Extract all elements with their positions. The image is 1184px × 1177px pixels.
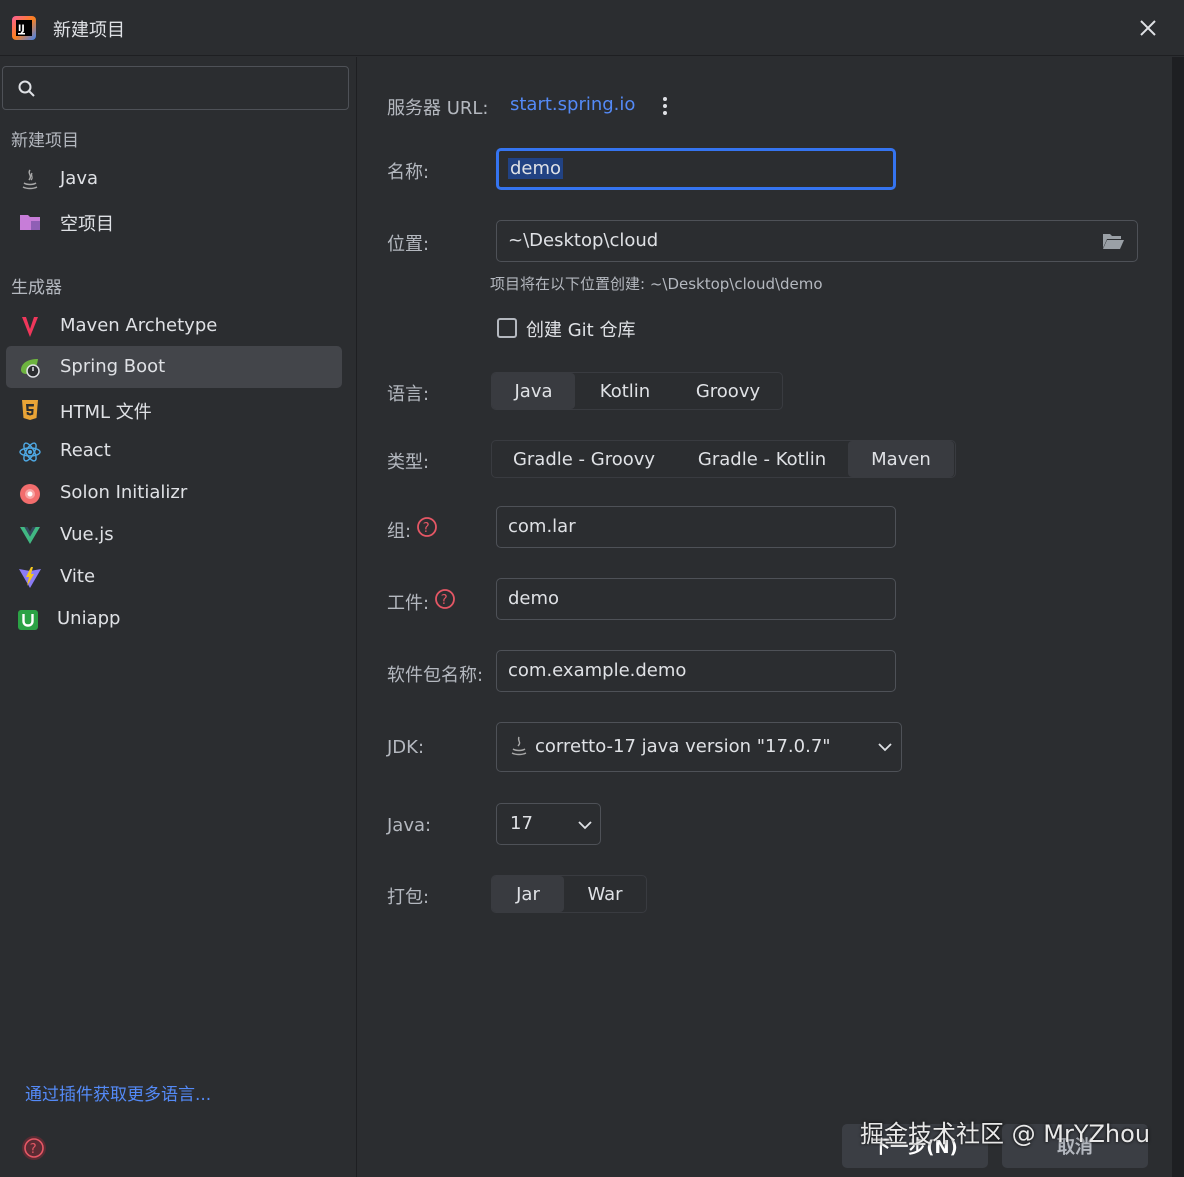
sidebar-item-label: Uniapp <box>57 608 121 629</box>
vite-icon <box>19 567 41 588</box>
close-icon[interactable] <box>1134 14 1162 42</box>
sidebar-item-html[interactable]: HTML 文件 <box>6 388 342 430</box>
help-icon[interactable]: ? <box>434 588 456 610</box>
solon-icon <box>20 484 40 504</box>
more-options-icon[interactable] <box>657 95 673 117</box>
build-type-selector: Gradle - Groovy Gradle - Kotlin Maven <box>491 440 956 478</box>
packaging-selector: Jar War <box>491 875 647 913</box>
spring-boot-icon <box>21 359 40 378</box>
folder-icon <box>20 215 40 230</box>
sidebar-item-label: Java <box>60 168 99 189</box>
language-option-java[interactable]: Java <box>492 373 575 409</box>
sidebar-item-uniapp[interactable]: Uniapp <box>6 598 342 640</box>
sidebar-item-java[interactable]: Java <box>6 158 342 200</box>
artifact-value: demo <box>508 588 560 609</box>
sidebar-item-react[interactable]: React <box>6 430 342 472</box>
java-icon <box>22 169 38 190</box>
chevron-down-icon <box>878 743 892 752</box>
name-field[interactable]: demo <box>496 148 896 190</box>
package-name-label: 软件包名称: <box>387 665 484 686</box>
sidebar-item-label: Solon Initializr <box>60 482 188 503</box>
group-value: com.lar <box>508 516 576 537</box>
language-label: 语言: <box>387 384 430 405</box>
sidebar-item-vite[interactable]: Vite <box>6 556 342 598</box>
sidebar-item-label: React <box>60 440 111 461</box>
type-option-maven[interactable]: Maven <box>848 441 954 477</box>
java-version-label: Java: <box>387 815 432 836</box>
name-label: 名称: <box>387 162 430 183</box>
search-icon <box>18 80 35 97</box>
sidebar-item-spring-boot[interactable]: Spring Boot <box>6 346 342 388</box>
location-field[interactable]: ~\Desktop\cloud <box>496 220 1138 262</box>
group-field[interactable]: com.lar <box>496 506 896 548</box>
help-icon[interactable]: ? <box>416 516 438 538</box>
chevron-down-icon <box>578 821 592 830</box>
sidebar-item-label: Spring Boot <box>60 356 166 377</box>
jdk-dropdown[interactable]: corretto-17 java version "17.0.7" <box>496 722 902 772</box>
title-bar: IJ 新建项目 <box>0 0 1184 56</box>
java-version-dropdown[interactable]: 17 <box>496 803 601 845</box>
artifact-label: 工件: <box>387 593 430 614</box>
watermark: 掘金技术社区 @ MrYZhou <box>860 1120 1151 1148</box>
type-label: 类型: <box>387 452 430 473</box>
location-hint: 项目将在以下位置创建: ~\Desktop\cloud\demo <box>490 275 823 293</box>
get-more-languages-link[interactable]: 通过插件获取更多语言... <box>25 1080 211 1105</box>
uniapp-icon <box>18 610 38 630</box>
name-value: demo <box>508 158 564 179</box>
svg-text:?: ? <box>423 521 430 536</box>
intellij-logo-icon: IJ <box>12 16 36 40</box>
sidebar-item-vue[interactable]: Vue.js <box>6 514 342 556</box>
project-form: 服务器 URL: start.spring.io 名称: demo 位置: ~\… <box>356 57 1172 1177</box>
java-version-value: 17 <box>510 813 533 834</box>
sidebar: 新建项目 Java 空项目 生成器 Maven Archetype Spring… <box>0 57 356 1177</box>
location-value: ~\Desktop\cloud <box>508 230 659 251</box>
packaging-label: 打包: <box>387 887 430 908</box>
jdk-value: corretto-17 java version "17.0.7" <box>535 736 831 757</box>
language-option-groovy[interactable]: Groovy <box>675 373 781 409</box>
type-option-gradle-groovy[interactable]: Gradle - Groovy <box>492 441 676 477</box>
artifact-field[interactable]: demo <box>496 578 896 620</box>
location-label: 位置: <box>387 234 430 255</box>
server-url-link[interactable]: start.spring.io <box>510 94 635 115</box>
search-input[interactable] <box>2 66 349 110</box>
section-title-new-project: 新建项目 <box>11 131 79 151</box>
html5-icon <box>22 400 38 420</box>
language-option-kotlin[interactable]: Kotlin <box>575 373 675 409</box>
sidebar-item-label: 空项目 <box>60 214 114 235</box>
sidebar-item-solon[interactable]: Solon Initializr <box>6 472 342 514</box>
help-icon[interactable]: ? <box>20 1134 48 1162</box>
java-icon <box>511 736 527 756</box>
type-option-gradle-kotlin[interactable]: Gradle - Kotlin <box>676 441 848 477</box>
svg-text:IJ: IJ <box>18 24 25 34</box>
group-label: 组: <box>387 521 412 542</box>
maven-icon <box>22 317 38 337</box>
packaging-option-jar[interactable]: Jar <box>492 876 564 912</box>
window-edge <box>1172 57 1184 1177</box>
window-title: 新建项目 <box>53 20 125 41</box>
svg-text:?: ? <box>441 593 448 608</box>
sidebar-item-label: Vue.js <box>60 524 114 545</box>
folder-open-icon[interactable] <box>1101 231 1125 251</box>
package-name-field[interactable]: com.example.demo <box>496 650 896 692</box>
sidebar-item-empty-project[interactable]: 空项目 <box>6 200 342 242</box>
svg-text:?: ? <box>30 1142 37 1157</box>
sidebar-item-label: Vite <box>60 566 96 587</box>
sidebar-item-maven-archetype[interactable]: Maven Archetype <box>6 305 342 347</box>
git-checkbox-label: 创建 Git 仓库 <box>526 320 636 341</box>
sidebar-item-label: Maven Archetype <box>60 315 218 336</box>
react-icon <box>19 442 41 462</box>
git-checkbox[interactable] <box>497 318 517 338</box>
sidebar-item-label: HTML 文件 <box>60 402 152 423</box>
jdk-label: JDK: <box>387 737 425 758</box>
server-url-label: 服务器 URL: <box>387 98 489 119</box>
packaging-option-war[interactable]: War <box>564 876 646 912</box>
section-title-generators: 生成器 <box>11 278 62 298</box>
language-selector: Java Kotlin Groovy <box>491 372 783 410</box>
vue-icon <box>20 527 40 544</box>
package-name-value: com.example.demo <box>508 660 687 681</box>
